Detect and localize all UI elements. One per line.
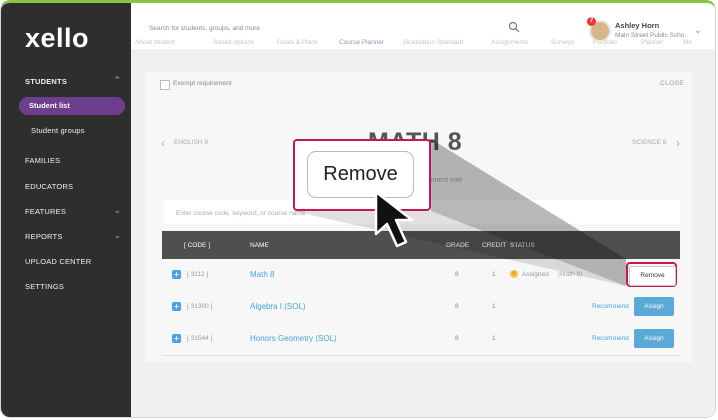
course-grade: 8 bbox=[455, 335, 459, 342]
table-row: + [ 3112 ] Math 8 8 1 ☺ Assigned (Math 8… bbox=[162, 259, 680, 292]
header-code: [ CODE ] bbox=[184, 242, 211, 249]
course-name-link[interactable]: Honors Geometry (SOL) bbox=[250, 334, 337, 343]
assigned-status-icon: ☺ bbox=[510, 270, 518, 278]
chevron-down-icon[interactable]: ⌄ bbox=[694, 25, 702, 36]
course-grade: 8 bbox=[455, 303, 459, 310]
sidebar-item-educators[interactable]: EDUCATORS bbox=[25, 182, 73, 191]
sidebar-item-features[interactable]: FEATURES bbox=[25, 207, 66, 216]
tab-planner[interactable]: Planner bbox=[641, 39, 663, 46]
course-code: [ 31544 ] bbox=[187, 335, 213, 342]
tab-saved-options[interactable]: Saved options bbox=[213, 39, 254, 46]
header-credit: CREDIT bbox=[482, 242, 507, 249]
sidebar-item-settings[interactable]: SETTINGS bbox=[25, 282, 64, 291]
tab-assignments[interactable]: Assignments bbox=[491, 39, 528, 46]
tab-goals-plans[interactable]: Goals & Plans bbox=[277, 39, 318, 46]
sidebar: xello STUDENTS ⌃ Student list Student gr… bbox=[1, 3, 131, 417]
xello-logo[interactable]: xello bbox=[25, 23, 89, 54]
next-course-link[interactable]: SCIENCE 8 bbox=[632, 139, 666, 146]
global-search-input[interactable]: Search for students, groups, and more bbox=[149, 25, 260, 32]
sidebar-section-students[interactable]: STUDENTS bbox=[25, 77, 67, 86]
chevron-up-icon[interactable]: ⌃ bbox=[113, 75, 121, 86]
remove-button[interactable]: Remove bbox=[629, 266, 676, 286]
course-name-link[interactable]: Algebra I (SOL) bbox=[250, 302, 306, 311]
course-grade: 8 bbox=[455, 271, 459, 278]
assign-button[interactable]: Assign bbox=[634, 297, 674, 316]
course-code: [ 31300 ] bbox=[187, 303, 213, 310]
header-status: STATUS bbox=[510, 242, 535, 249]
course-credit: 1 bbox=[492, 303, 496, 310]
chevron-down-icon[interactable]: ⌄ bbox=[113, 205, 121, 216]
recommend-link[interactable]: Recommend bbox=[592, 303, 629, 310]
tab-about-student[interactable]: About student bbox=[135, 39, 175, 46]
chevron-down-icon[interactable]: ⌄ bbox=[113, 230, 121, 241]
sidebar-item-upload-center[interactable]: UPLOAD CENTER bbox=[25, 257, 91, 266]
exempt-checkbox[interactable] bbox=[160, 80, 170, 90]
course-credit: 1 bbox=[492, 271, 496, 278]
header-name: NAME bbox=[250, 242, 269, 249]
exempt-label: Exempt requirement bbox=[173, 80, 232, 87]
recommend-link[interactable]: Recommend bbox=[592, 335, 629, 342]
sidebar-item-student-groups[interactable]: Student groups bbox=[31, 126, 85, 135]
tab-graduation-standard[interactable]: Graduation Standard bbox=[403, 39, 463, 46]
tab-surveys[interactable]: Surveys bbox=[551, 39, 574, 46]
header-grade: GRADE bbox=[446, 242, 470, 249]
sidebar-item-student-list[interactable]: Student list bbox=[19, 97, 125, 115]
expand-plus-icon[interactable]: + bbox=[172, 334, 181, 343]
status-text: Assigned bbox=[522, 271, 549, 278]
chevron-left-icon[interactable]: ‹ bbox=[161, 136, 165, 150]
close-button[interactable]: CLOSE bbox=[660, 80, 684, 87]
notification-badge[interactable]: 7 bbox=[587, 17, 596, 26]
sidebar-item-families[interactable]: FAMILIES bbox=[25, 156, 60, 165]
course-code: [ 3112 ] bbox=[187, 271, 209, 278]
table-row: + [ 31300 ] Algebra I (SOL) 8 1 Recommen… bbox=[162, 291, 680, 324]
sidebar-item-label: Student list bbox=[29, 101, 70, 110]
tab-course-planner[interactable]: Course Planner bbox=[339, 39, 384, 46]
cursor-arrow-icon bbox=[374, 190, 414, 248]
user-school: Main Street Public Scho... bbox=[615, 32, 687, 39]
table-row: + [ 31544 ] Honors Geometry (SOL) 8 1 Re… bbox=[162, 323, 680, 356]
chevron-right-icon[interactable]: › bbox=[676, 136, 680, 150]
course-credit: 1 bbox=[492, 335, 496, 342]
expand-plus-icon[interactable]: + bbox=[172, 302, 181, 311]
status-detail: (Math 8) bbox=[558, 271, 583, 278]
prev-course-link[interactable]: ENGLISH 8 bbox=[174, 139, 208, 146]
course-name-link[interactable]: Math 8 bbox=[250, 270, 274, 279]
sidebar-item-reports[interactable]: REPORTS bbox=[25, 232, 63, 241]
expand-plus-icon[interactable]: + bbox=[172, 270, 181, 279]
tab-me[interactable]: Me bbox=[683, 39, 692, 46]
search-icon[interactable] bbox=[508, 21, 520, 33]
user-name[interactable]: Ashley Horn bbox=[615, 21, 659, 30]
top-bar: Search for students, groups, and more Ab… bbox=[131, 3, 715, 55]
assign-button[interactable]: Assign bbox=[634, 329, 674, 348]
